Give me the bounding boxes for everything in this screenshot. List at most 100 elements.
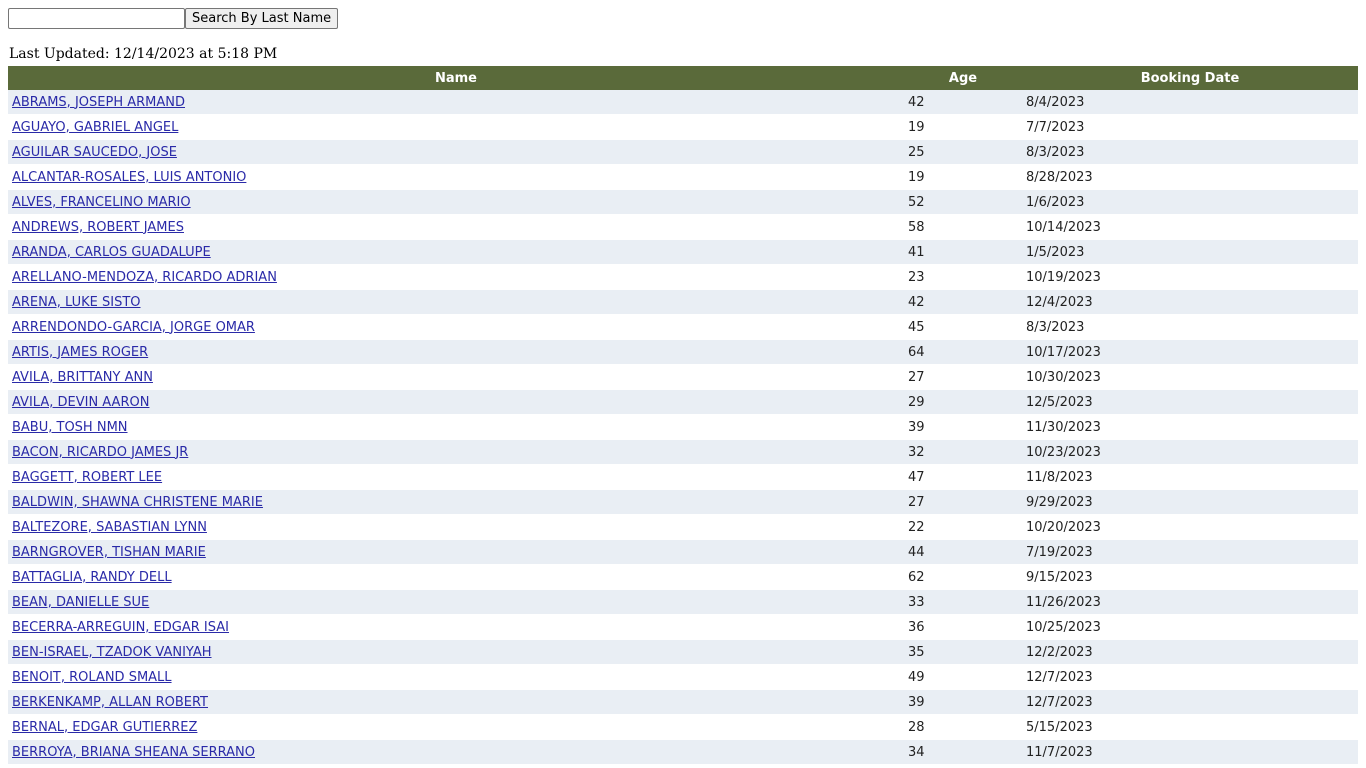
name-cell: BEN-ISRAEL, TZADOK VANIYAH	[8, 639, 904, 665]
name-cell: ARANDA, CARLOS GUADALUPE	[8, 239, 904, 265]
name-cell: BEAN, DANIELLE SUE	[8, 589, 904, 615]
age-cell: 22	[904, 514, 1022, 540]
inmate-name-link[interactable]: ARANDA, CARLOS GUADALUPE	[12, 245, 211, 260]
booking-date-cell: 10/30/2023	[1022, 364, 1358, 390]
booking-date-cell: 10/23/2023	[1022, 439, 1358, 465]
table-row: BENOIT, ROLAND SMALL 49 12/7/2023	[8, 664, 1358, 690]
table-row: BABU, TOSH NMN 39 11/30/2023	[8, 414, 1358, 440]
name-cell: BALTEZORE, SABASTIAN LYNN	[8, 514, 904, 540]
table-row: BERKENKAMP, ALLAN ROBERT 39 12/7/2023	[8, 689, 1358, 715]
inmate-name-link[interactable]: BECERRA-ARREGUIN, EDGAR ISAI	[12, 620, 229, 635]
booking-date-cell: 12/2/2023	[1022, 639, 1358, 665]
age-cell: 64	[904, 339, 1022, 365]
inmate-name-link[interactable]: BABU, TOSH NMN	[12, 420, 128, 435]
inmate-name-link[interactable]: ARENA, LUKE SISTO	[12, 295, 141, 310]
table-row: BAGGETT, ROBERT LEE 47 11/8/2023	[8, 464, 1358, 490]
name-cell: ARTIS, JAMES ROGER	[8, 339, 904, 365]
column-header-age[interactable]: Age	[904, 66, 1022, 90]
age-cell: 29	[904, 389, 1022, 415]
name-cell: BATTAGLIA, RANDY DELL	[8, 564, 904, 590]
inmate-name-link[interactable]: BARNGROVER, TISHAN MARIE	[12, 545, 206, 560]
age-cell: 42	[904, 289, 1022, 315]
name-cell: ABRAMS, JOSEPH ARMAND	[8, 90, 904, 115]
booking-date-cell: 11/26/2023	[1022, 589, 1358, 615]
name-cell: BALDWIN, SHAWNA CHRISTENE MARIE	[8, 489, 904, 515]
age-cell: 45	[904, 314, 1022, 340]
inmate-name-link[interactable]: ARRENDONDO-GARCIA, JORGE OMAR	[12, 320, 255, 335]
booking-date-cell: 10/17/2023	[1022, 339, 1358, 365]
name-cell: AVILA, BRITTANY ANN	[8, 364, 904, 390]
table-row: BERROYA, BRIANA SHEANA SERRANO 34 11/7/202…	[8, 739, 1358, 765]
inmate-name-link[interactable]: BAGGETT, ROBERT LEE	[12, 470, 162, 485]
inmate-name-link[interactable]: BERKENKAMP, ALLAN ROBERT	[12, 695, 208, 710]
booking-date-cell: 8/28/2023	[1022, 164, 1358, 190]
age-cell: 27	[904, 364, 1022, 390]
booking-date-cell: 11/7/2023	[1022, 739, 1358, 765]
age-cell: 39	[904, 689, 1022, 715]
name-cell: ANDREWS, ROBERT JAMES	[8, 214, 904, 240]
inmate-name-link[interactable]: BATTAGLIA, RANDY DELL	[12, 570, 172, 585]
inmate-name-link[interactable]: ALCANTAR-ROSALES, LUIS ANTONIO	[12, 170, 246, 185]
inmate-name-link[interactable]: ARTIS, JAMES ROGER	[12, 345, 148, 360]
age-cell: 36	[904, 614, 1022, 640]
inmate-name-link[interactable]: AVILA, DEVIN AARON	[12, 395, 149, 410]
age-cell: 19	[904, 164, 1022, 190]
name-cell: ALVES, FRANCELINO MARIO	[8, 189, 904, 215]
booking-date-cell: 10/20/2023	[1022, 514, 1358, 540]
table-row: BALDWIN, SHAWNA CHRISTENE MARIE 27 9/29/20…	[8, 489, 1358, 515]
inmate-name-link[interactable]: BERROYA, BRIANA SHEANA SERRANO	[12, 745, 255, 760]
booking-date-cell: 8/3/2023	[1022, 314, 1358, 340]
column-header-name[interactable]: Name	[8, 66, 904, 90]
last-name-search-input[interactable]	[8, 8, 185, 29]
age-cell: 62	[904, 564, 1022, 590]
age-cell: 32	[904, 439, 1022, 465]
age-cell: 44	[904, 539, 1022, 565]
inmate-name-link[interactable]: AGUAYO, GABRIEL ANGEL	[12, 120, 178, 135]
table-row: AVILA, BRITTANY ANN 27 10/30/2023	[8, 364, 1358, 390]
name-cell: ARRENDONDO-GARCIA, JORGE OMAR	[8, 314, 904, 340]
name-cell: BACON, RICARDO JAMES JR	[8, 439, 904, 465]
age-cell: 49	[904, 664, 1022, 690]
table-row: AVILA, DEVIN AARON 29 12/5/2023	[8, 389, 1358, 415]
age-cell: 28	[904, 714, 1022, 740]
name-cell: AGUILAR SAUCEDO, JOSE	[8, 139, 904, 165]
table-row: ALCANTAR-ROSALES, LUIS ANTONIO 19 8/28/202…	[8, 164, 1358, 190]
age-cell: 25	[904, 139, 1022, 165]
search-by-last-name-button[interactable]: Search By Last Name	[185, 8, 339, 29]
inmate-name-link[interactable]: AVILA, BRITTANY ANN	[12, 370, 153, 385]
age-cell: 27	[904, 489, 1022, 515]
name-cell: ARELLANO-MENDOZA, RICARDO ADRIAN	[8, 264, 904, 290]
inmate-name-link[interactable]: BERNAL, EDGAR GUTIERREZ	[12, 720, 197, 735]
name-cell: BERNAL, EDGAR GUTIERREZ	[8, 714, 904, 740]
inmate-name-link[interactable]: BALDWIN, SHAWNA CHRISTENE MARIE	[12, 495, 263, 510]
inmate-name-link[interactable]: BALTEZORE, SABASTIAN LYNN	[12, 520, 207, 535]
inmate-name-link[interactable]: BENOIT, ROLAND SMALL	[12, 670, 172, 685]
age-cell: 33	[904, 589, 1022, 615]
booking-date-cell: 5/15/2023	[1022, 714, 1358, 740]
booking-date-cell: 9/15/2023	[1022, 564, 1358, 590]
table-row: ARANDA, CARLOS GUADALUPE 41 1/5/2023	[8, 239, 1358, 265]
age-cell: 42	[904, 90, 1022, 115]
inmate-name-link[interactable]: BEN-ISRAEL, TZADOK VANIYAH	[12, 645, 212, 660]
booking-date-cell: 10/25/2023	[1022, 614, 1358, 640]
table-row: BATTAGLIA, RANDY DELL 62 9/15/2023	[8, 564, 1358, 590]
name-cell: AVILA, DEVIN AARON	[8, 389, 904, 415]
inmate-name-link[interactable]: ALVES, FRANCELINO MARIO	[12, 195, 191, 210]
column-header-booking-date[interactable]: Booking Date	[1022, 66, 1358, 90]
table-row: ANDREWS, ROBERT JAMES 58 10/14/2023	[8, 214, 1358, 240]
name-cell: BENOIT, ROLAND SMALL	[8, 664, 904, 690]
booking-date-cell: 12/5/2023	[1022, 389, 1358, 415]
inmate-name-link[interactable]: AGUILAR SAUCEDO, JOSE	[12, 145, 177, 160]
inmate-name-link[interactable]: ANDREWS, ROBERT JAMES	[12, 220, 184, 235]
inmate-name-link[interactable]: ABRAMS, JOSEPH ARMAND	[12, 95, 185, 110]
age-cell: 39	[904, 414, 1022, 440]
table-row: AGUAYO, GABRIEL ANGEL 19 7/7/2023	[8, 114, 1358, 140]
name-cell: BERKENKAMP, ALLAN ROBERT	[8, 689, 904, 715]
booking-date-cell: 10/19/2023	[1022, 264, 1358, 290]
table-row: ARTIS, JAMES ROGER 64 10/17/2023	[8, 339, 1358, 365]
inmate-name-link[interactable]: ARELLANO-MENDOZA, RICARDO ADRIAN	[12, 270, 277, 285]
table-row: BEAN, DANIELLE SUE 33 11/26/2023	[8, 589, 1358, 615]
name-cell: BARNGROVER, TISHAN MARIE	[8, 539, 904, 565]
inmate-name-link[interactable]: BEAN, DANIELLE SUE	[12, 595, 149, 610]
inmate-name-link[interactable]: BACON, RICARDO JAMES JR	[12, 445, 188, 460]
